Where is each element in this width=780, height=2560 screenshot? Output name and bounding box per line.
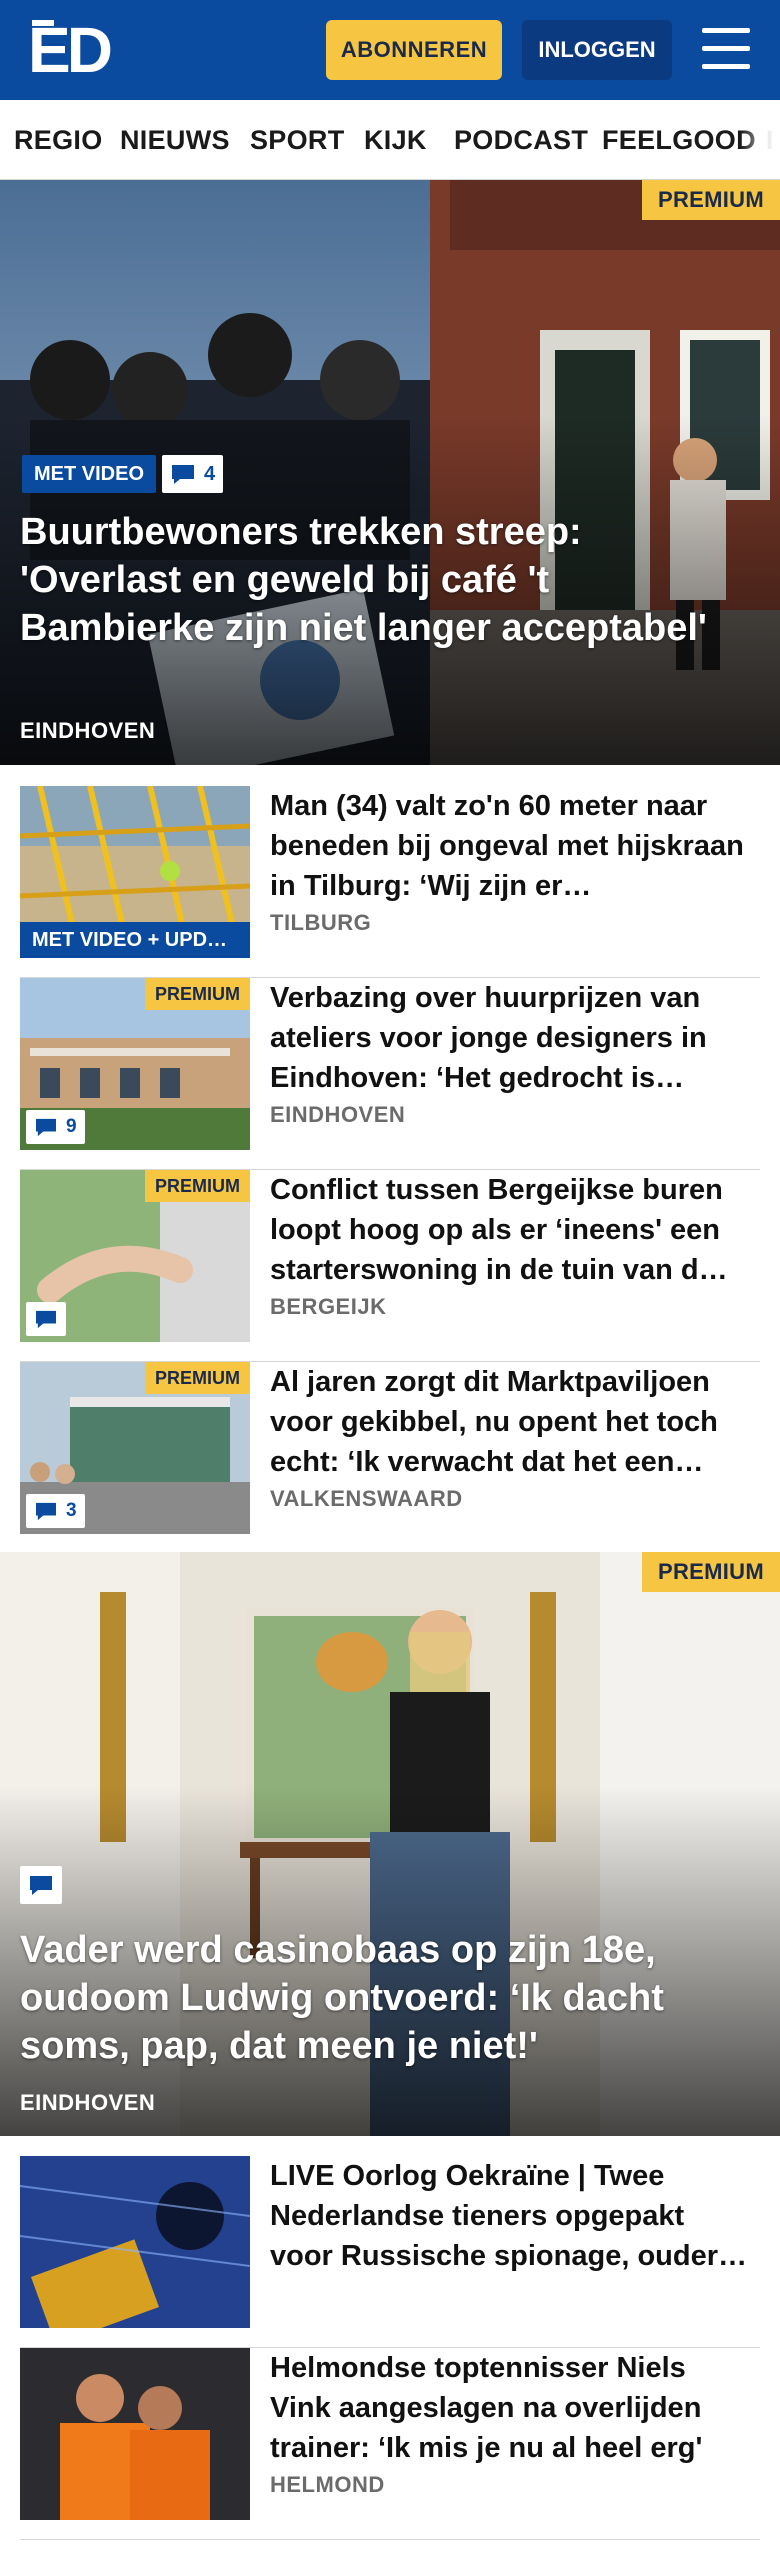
comment-icon [172, 465, 194, 484]
article-thumbnail: PREMIUM 9 [20, 978, 250, 1150]
comment-badge [20, 1866, 62, 1904]
article-title[interactable]: Helmondse toptennisser Niels Vink aanges… [270, 2348, 750, 2468]
list-item[interactable]: MET VIDEO + UPD… Man (34) valt zo'n 60 m… [20, 786, 760, 978]
article-thumbnail: PREMIUM [20, 1170, 250, 1342]
ed-logo[interactable]: ED [28, 18, 114, 80]
video-badge: MET VIDEO [22, 455, 157, 493]
video-update-badge: MET VIDEO + UPD… [20, 922, 250, 958]
thumbnail-image [20, 2348, 250, 2520]
hero-location: EINDHOVEN [20, 718, 156, 743]
login-button[interactable]: INLOGGEN [522, 20, 672, 80]
article-location: EINDHOVEN [270, 1102, 406, 1127]
comment-badge [26, 1302, 66, 1336]
nav-fade [740, 100, 780, 179]
article-location: TILBURG [270, 910, 372, 935]
article-location: BERGEIJK [270, 1294, 387, 1319]
article-thumbnail: PREMIUM 3 [20, 1362, 250, 1534]
article-title[interactable]: LIVE Oorlog Oekraïne | Twee Nederlandse … [270, 2156, 750, 2276]
list-item[interactable]: LIVE Oorlog Oekraïne | Twee Nederlandse … [20, 2156, 760, 2348]
hero-article-bambierke[interactable]: PREMIUM MET VIDEO 4 Buurtbewoners trekke… [0, 180, 780, 765]
comment-icon [36, 1310, 56, 1329]
premium-badge: PREMIUM [642, 1552, 780, 1592]
list-item[interactable]: Helmondse toptennisser Niels Vink aanges… [20, 2348, 760, 2540]
top-header: ED ABONNEREN INLOGGEN [0, 0, 780, 100]
comment-count-badge: 4 [162, 455, 224, 493]
list-item[interactable]: PREMIUM 3 Al jaren zorgt dit Marktpavilj… [20, 1362, 760, 1554]
nav-item-kijk[interactable]: KIJK [364, 100, 427, 179]
list-item[interactable]: PREMIUM 9 Verbazing over huurprijzen van… [20, 978, 760, 1170]
nav-item-feelgood[interactable]: FEELGOOD [602, 100, 756, 179]
ed-logo-mark: ED [28, 18, 114, 80]
list-item[interactable]: PREMIUM Conflict tussen Bergeijkse buren… [20, 1170, 760, 1362]
subscribe-button[interactable]: ABONNEREN [326, 20, 502, 80]
thumbnail-image [20, 2156, 250, 2328]
svg-text:ED: ED [28, 18, 111, 80]
comment-icon [30, 1876, 52, 1895]
article-location: HELMOND [270, 2472, 385, 2497]
article-location: VALKENSWAARD [270, 1486, 463, 1511]
comment-count: 9 [66, 1116, 77, 1137]
article-thumbnail [20, 2156, 250, 2328]
nav-item-regio[interactable]: REGIO [14, 100, 103, 179]
comment-icon [36, 1502, 56, 1521]
nav-item-nieuws[interactable]: NIEUWS [120, 100, 230, 179]
hero-title[interactable]: Buurtbewoners trekken streep: 'Overlast … [20, 508, 740, 652]
hamburger-menu-icon[interactable] [702, 28, 750, 70]
section-nav: REGIO NIEUWS SPORT KIJK PODCAST FEELGOOD… [0, 100, 780, 180]
comment-icon [36, 1118, 56, 1137]
hero-article-casinobaas[interactable]: PREMIUM Vader werd casinobaas op zijn 18… [0, 1552, 780, 2136]
premium-badge: PREMIUM [642, 180, 780, 220]
comment-count-badge: 3 [26, 1494, 85, 1528]
article-title[interactable]: Al jaren zorgt dit Marktpaviljoen voor g… [270, 1362, 750, 1482]
article-title[interactable]: Conflict tussen Bergeijkse buren loopt h… [270, 1170, 750, 1290]
article-title[interactable]: Man (34) valt zo'n 60 meter naar beneden… [270, 786, 750, 906]
hero-title[interactable]: Vader werd casinobaas op zijn 18e, oudoo… [20, 1926, 740, 2070]
article-thumbnail: MET VIDEO + UPD… [20, 786, 250, 958]
premium-badge: PREMIUM [145, 978, 250, 1010]
nav-item-podcast[interactable]: PODCAST [454, 100, 588, 179]
article-thumbnail [20, 2348, 250, 2520]
comment-count: 3 [66, 1500, 77, 1521]
comment-count-badge: 9 [26, 1110, 85, 1144]
premium-badge: PREMIUM [145, 1362, 250, 1394]
comment-count: 4 [204, 462, 216, 485]
premium-badge: PREMIUM [145, 1170, 250, 1202]
hero-location: EINDHOVEN [20, 2090, 156, 2115]
nav-item-sport[interactable]: SPORT [250, 100, 345, 179]
article-title[interactable]: Verbazing over huurprijzen van ateliers … [270, 978, 750, 1098]
